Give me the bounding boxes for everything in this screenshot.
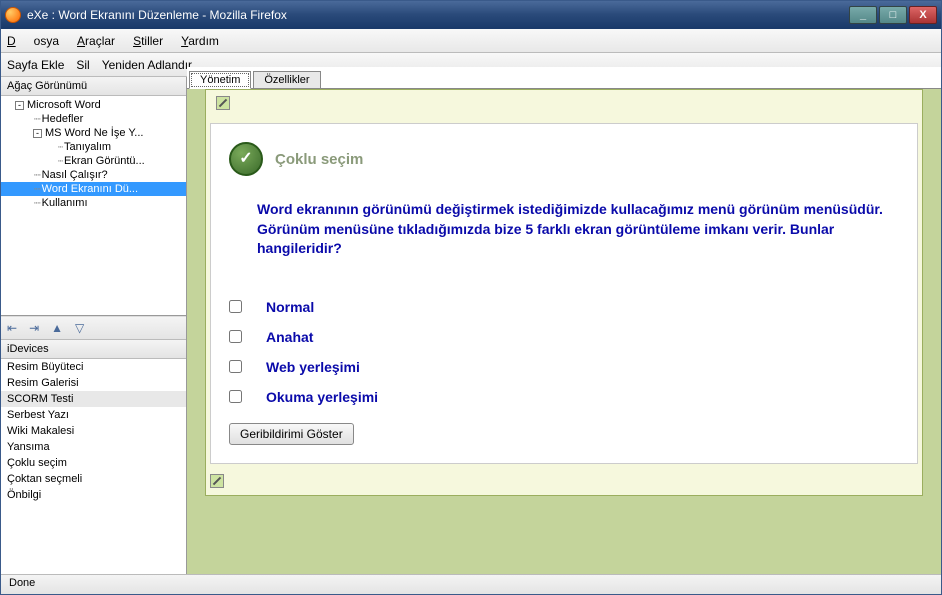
move-up-icon[interactable]: ▲ bbox=[51, 321, 63, 335]
tool-delete[interactable]: Sil bbox=[76, 58, 89, 72]
option-checkbox[interactable] bbox=[229, 300, 242, 313]
tree-node[interactable]: ····Nasıl Çalışır? bbox=[1, 168, 186, 182]
option-label: Anahat bbox=[266, 329, 313, 345]
tree-node-selected[interactable]: ····Word Ekranını Dü... bbox=[1, 182, 186, 196]
tool-rename[interactable]: Yeniden Adlandır bbox=[102, 58, 192, 72]
option-row: Anahat bbox=[229, 329, 899, 345]
close-button[interactable]: X bbox=[909, 6, 937, 24]
tree-tools: ⇤ ⇥ ▲ ▽ bbox=[1, 316, 186, 340]
statusbar: Done bbox=[1, 574, 941, 594]
idevices-header: iDevices bbox=[1, 340, 186, 359]
idevice-item[interactable]: Çoklu seçim bbox=[1, 455, 186, 471]
maximize-button[interactable]: □ bbox=[879, 6, 907, 24]
option-row: Web yerleşimi bbox=[229, 359, 899, 375]
menu-file[interactable]: Dosya bbox=[7, 34, 59, 48]
option-checkbox[interactable] bbox=[229, 390, 242, 403]
demote-icon[interactable]: ⇥ bbox=[29, 321, 39, 335]
firefox-icon bbox=[5, 7, 21, 23]
tree-node[interactable]: ····Kullanımı bbox=[1, 196, 186, 210]
show-feedback-button[interactable]: Geribildirimi Göster bbox=[229, 423, 354, 445]
option-checkbox[interactable] bbox=[229, 330, 242, 343]
status-text: Done bbox=[9, 577, 35, 589]
content-area[interactable]: Çoklu seçim Word ekranının görünümü deği… bbox=[187, 89, 941, 574]
idevices-list[interactable]: Resim Büyüteci Resim Galerisi SCORM Test… bbox=[1, 359, 186, 574]
tab-authoring[interactable]: Yönetim bbox=[189, 71, 251, 89]
question-text: Word ekranının görünümü değiştirmek iste… bbox=[257, 200, 899, 259]
option-label: Okuma yerleşimi bbox=[266, 389, 378, 405]
option-row: Normal bbox=[229, 299, 899, 315]
options-list: Normal Anahat Web yerleşimi Okuma y bbox=[229, 299, 899, 405]
tree-node[interactable]: ···Tanıyalım bbox=[1, 140, 186, 154]
idevice-item[interactable]: Resim Büyüteci bbox=[1, 359, 186, 375]
menu-styles[interactable]: Stiller bbox=[133, 34, 163, 48]
promote-icon[interactable]: ⇤ bbox=[7, 321, 17, 335]
outline-tree[interactable]: -Microsoft Word ····Hedefler -MS Word Ne… bbox=[1, 96, 186, 316]
menu-tools[interactable]: Araçlar bbox=[77, 34, 115, 48]
left-panel: Ağaç Görünümü -Microsoft Word ····Hedefl… bbox=[1, 77, 187, 574]
idevice-item-selected[interactable]: SCORM Testi bbox=[1, 391, 186, 407]
tree-node[interactable]: -Microsoft Word bbox=[1, 98, 186, 112]
option-label: Normal bbox=[266, 299, 314, 315]
tool-add-page[interactable]: Sayfa Ekle bbox=[7, 58, 64, 72]
question-block: Çoklu seçim Word ekranının görünümü deği… bbox=[210, 123, 918, 464]
menu-help[interactable]: Yardım bbox=[181, 34, 219, 48]
tree-node[interactable]: -MS Word Ne İşe Y... bbox=[1, 126, 186, 140]
idevice-item[interactable]: Serbest Yazı bbox=[1, 407, 186, 423]
edit-icon[interactable] bbox=[210, 474, 224, 488]
edit-icon[interactable] bbox=[216, 96, 230, 110]
right-panel: Yönetim Özellikler Çoklu seçim Word ekra… bbox=[187, 77, 941, 574]
section-title: Çoklu seçim bbox=[275, 151, 363, 168]
window-title: eXe : Word Ekranını Düzenleme - Mozilla … bbox=[27, 8, 847, 22]
window-titlebar: eXe : Word Ekranını Düzenleme - Mozilla … bbox=[1, 1, 941, 29]
idevice-item[interactable]: Yansıma bbox=[1, 439, 186, 455]
tree-node[interactable]: ···Ekran Görüntü... bbox=[1, 154, 186, 168]
option-label: Web yerleşimi bbox=[266, 359, 360, 375]
tab-properties[interactable]: Özellikler bbox=[253, 71, 320, 88]
collapse-icon[interactable]: - bbox=[33, 129, 42, 138]
menubar: Dosya Araçlar Stiller Yardım bbox=[1, 29, 941, 53]
idevice-item[interactable]: Önbilgi bbox=[1, 487, 186, 503]
collapse-icon[interactable]: - bbox=[15, 101, 24, 110]
idevice-item[interactable]: Wiki Makalesi bbox=[1, 423, 186, 439]
move-down-icon[interactable]: ▽ bbox=[75, 321, 84, 335]
idevice-block: Çoklu seçim Word ekranının görünümü deği… bbox=[205, 89, 923, 496]
tree-header: Ağaç Görünümü bbox=[1, 77, 186, 96]
tree-node[interactable]: ····Hedefler bbox=[1, 112, 186, 126]
minimize-button[interactable]: _ bbox=[849, 6, 877, 24]
option-row: Okuma yerleşimi bbox=[229, 389, 899, 405]
idevice-item[interactable]: Resim Galerisi bbox=[1, 375, 186, 391]
tab-bar: Yönetim Özellikler bbox=[187, 67, 941, 89]
idevice-item[interactable]: Çoktan seçmeli bbox=[1, 471, 186, 487]
option-checkbox[interactable] bbox=[229, 360, 242, 373]
multichoice-icon bbox=[229, 142, 263, 176]
